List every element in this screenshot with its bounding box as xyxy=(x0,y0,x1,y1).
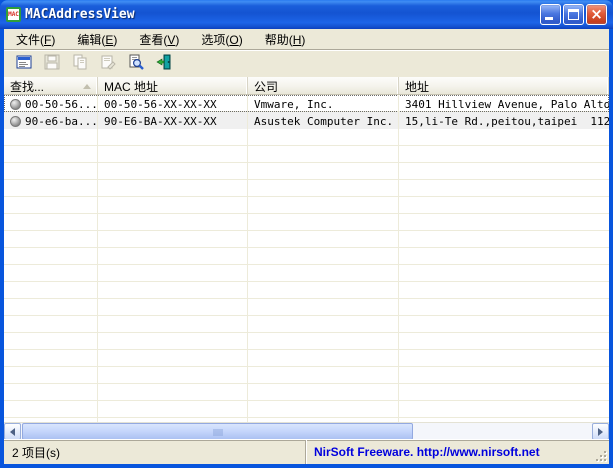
properties-toolbar-button xyxy=(98,54,118,74)
client-area: 文件(F) 编辑(E) 查看(V) 选项(O) 帮助(H) 查找... MAC 地址 公司 地… xyxy=(4,29,609,464)
column-header-label: 地址 xyxy=(405,80,430,94)
cell-text: Vmware, Inc. xyxy=(254,98,334,111)
scroll-left-button[interactable] xyxy=(4,423,21,439)
table-cell: 90-e6-ba... xyxy=(4,112,98,129)
cell-text: Asustek Computer Inc. xyxy=(254,115,394,128)
grid-v-line xyxy=(247,95,248,422)
table-row[interactable]: 90-e6-ba... 90-E6-BA-XX-XX-XX Asustek Comp… xyxy=(4,112,609,129)
save-toolbar-button xyxy=(42,54,62,74)
mac-list-view: 查找... MAC 地址 公司 地址 00-50-56... 00-50-56-XX-X… xyxy=(4,77,609,439)
minimize-icon xyxy=(545,17,553,20)
menu-item-e[interactable]: 编辑(E) xyxy=(69,29,125,50)
column-header-3[interactable]: 地址 xyxy=(399,77,609,94)
status-items-count: 2 项目(s) xyxy=(4,440,306,464)
thumb-grip-icon xyxy=(217,429,218,436)
window-title: MACAddressView xyxy=(25,7,135,22)
sort-ascending-icon xyxy=(83,84,91,89)
grid-lines xyxy=(4,95,609,422)
menu-item-v[interactable]: 查看(V) xyxy=(131,29,187,50)
menu-item-o[interactable]: 选项(O) xyxy=(193,29,250,50)
resize-grip[interactable] xyxy=(593,448,607,462)
cell-text: 90-E6-BA-XX-XX-XX xyxy=(104,115,217,128)
cell-text: 00-50-56... xyxy=(25,98,98,111)
column-header-0[interactable]: 查找... xyxy=(4,77,98,94)
menu-item-f[interactable]: 文件(F) xyxy=(8,29,63,50)
column-header-label: 查找... xyxy=(10,80,45,94)
cell-text: 90-e6-ba... xyxy=(25,115,98,128)
copy-toolbar-button xyxy=(70,54,90,74)
table-cell: 00-50-56... xyxy=(4,95,98,112)
grid-v-line xyxy=(97,95,98,422)
close-button[interactable]: × xyxy=(586,4,607,25)
column-header-label: MAC 地址 xyxy=(104,80,159,94)
table-cell: 00-50-56-XX-XX-XX xyxy=(98,95,248,112)
scroll-right-button[interactable] xyxy=(592,423,609,439)
list-header-row: 查找... MAC 地址 公司 地址 xyxy=(4,77,609,95)
column-header-2[interactable]: 公司 xyxy=(248,77,399,94)
table-row[interactable]: 00-50-56... 00-50-56-XX-XX-XX Vmware, Inc.… xyxy=(4,95,609,112)
exit-door-icon xyxy=(156,54,172,75)
exit-door-toolbar-button[interactable] xyxy=(154,54,174,74)
scrollbar-thumb[interactable] xyxy=(22,423,413,439)
app-icon-label: MAC xyxy=(8,11,19,18)
title-bar[interactable]: MAC MACAddressView × xyxy=(0,0,613,29)
grid-v-line xyxy=(398,95,399,422)
report-window-toolbar-button[interactable] xyxy=(14,54,34,74)
app-window: MAC MACAddressView × 文件(F) 编辑(E) 查看(V) 选项(O… xyxy=(0,0,613,468)
table-cell: 15,li-Te Rd.,peitou,taipei 112 xyxy=(399,112,609,129)
minimize-button[interactable] xyxy=(540,4,561,25)
arrow-right-icon xyxy=(598,427,603,436)
cell-text: 15,li-Te Rd.,peitou,taipei 112 xyxy=(405,115,609,128)
arrow-left-icon xyxy=(10,427,15,436)
report-window-icon xyxy=(16,54,32,75)
find-toolbar-button[interactable] xyxy=(126,54,146,74)
menu-bar: 文件(F) 编辑(E) 查看(V) 选项(O) 帮助(H) xyxy=(4,29,609,50)
cell-text: 3401 Hillview Avenue, Palo Alto CA xyxy=(405,98,609,111)
maximize-button[interactable] xyxy=(563,4,584,25)
column-header-1[interactable]: MAC 地址 xyxy=(98,77,248,94)
save-icon xyxy=(44,54,60,75)
table-cell: 90-E6-BA-XX-XX-XX xyxy=(98,112,248,129)
list-body[interactable]: 00-50-56... 00-50-56-XX-XX-XX Vmware, Inc.… xyxy=(4,95,609,422)
status-bar: 2 项目(s) NirSoft Freeware. http://www.nir… xyxy=(4,439,609,464)
maximize-icon xyxy=(568,9,579,20)
mac-sphere-icon xyxy=(10,116,21,127)
column-header-label: 公司 xyxy=(254,80,279,94)
table-cell: 3401 Hillview Avenue, Palo Alto CA xyxy=(399,95,609,112)
properties-icon xyxy=(100,54,116,75)
app-icon: MAC xyxy=(6,7,21,22)
mac-sphere-icon xyxy=(10,99,21,110)
table-cell: Vmware, Inc. xyxy=(248,95,399,112)
find-icon xyxy=(128,54,144,75)
status-freeware-link[interactable]: NirSoft Freeware. http://www.nirsoft.net xyxy=(306,440,593,464)
close-icon: × xyxy=(590,5,603,23)
copy-icon xyxy=(72,54,88,75)
cell-text: 00-50-56-XX-XX-XX xyxy=(104,98,217,111)
toolbar xyxy=(4,50,609,77)
table-cell: Asustek Computer Inc. xyxy=(248,112,399,129)
horizontal-scrollbar[interactable] xyxy=(4,422,609,439)
menu-item-h[interactable]: 帮助(H) xyxy=(257,29,314,50)
